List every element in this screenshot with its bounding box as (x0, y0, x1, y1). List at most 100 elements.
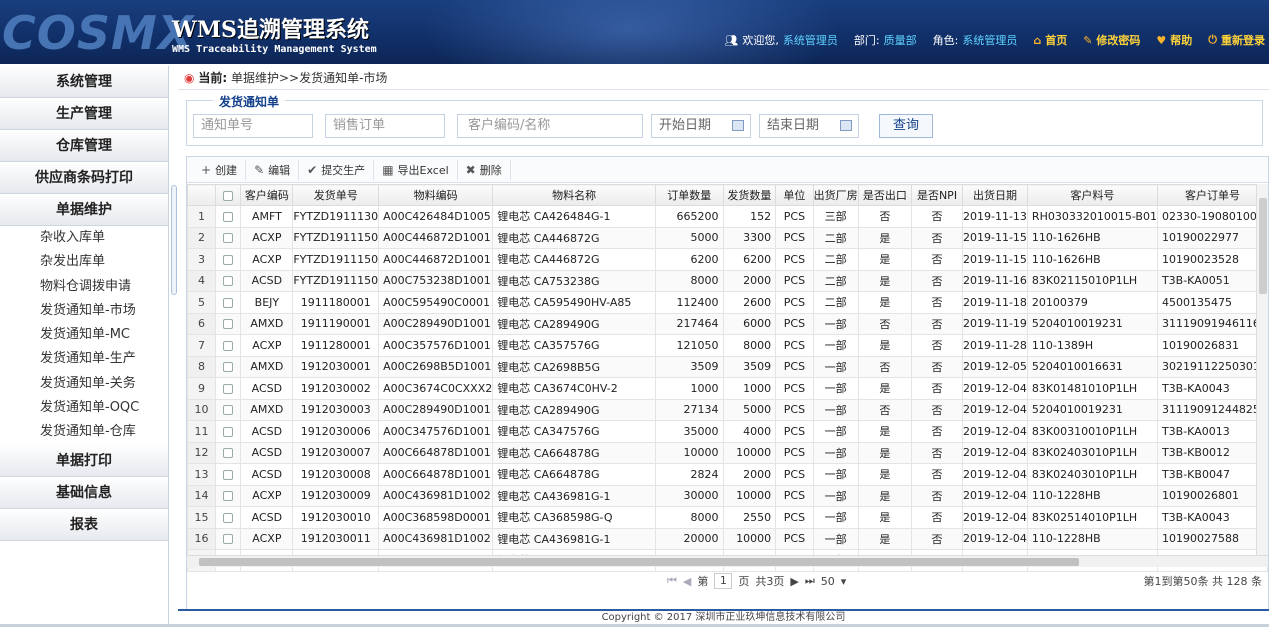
row-checkbox-cell[interactable] (214, 248, 242, 271)
table-row[interactable]: 1 AMFT FYTZD1911130 A00C426484D1005 锂电芯 CA42… (187, 205, 1268, 228)
row-checkbox-cell[interactable] (214, 205, 242, 228)
table-row[interactable]: 2 ACXP FYTZD1911150 A00C446872D1001 锂电芯 CA44… (187, 226, 1268, 249)
row-checkbox[interactable] (223, 426, 234, 437)
table-row[interactable]: 15 ACSD 1912030010 A00C368598D0001 锂电芯 CA368… (187, 506, 1268, 529)
row-checkbox[interactable] (223, 319, 234, 330)
calendar-icon[interactable] (732, 120, 744, 131)
submit-production-button[interactable]: ✔ 提交生产 (299, 159, 375, 180)
end-date-input[interactable]: 结束日期 (759, 114, 859, 138)
row-checkbox[interactable] (223, 340, 234, 351)
column-header[interactable]: 是否出口 (857, 184, 913, 206)
row-checkbox[interactable] (223, 469, 234, 480)
horizontal-scrollbar[interactable] (187, 555, 1268, 567)
column-header[interactable]: 物料编码 (378, 184, 494, 206)
column-header[interactable]: 物料名称 (492, 184, 656, 206)
sidebar-item-notice-warehouse[interactable]: 发货通知单-仓库 (0, 420, 168, 444)
row-checkbox[interactable] (223, 448, 234, 459)
sidebar-item-notice-mc[interactable]: 发货通知单-MC (0, 323, 168, 347)
help-link[interactable]: 帮助 (1170, 32, 1192, 48)
prev-page-icon[interactable]: ◀ (683, 575, 691, 588)
row-checkbox-cell[interactable] (214, 441, 242, 464)
row-checkbox[interactable] (223, 512, 234, 523)
change-password-link[interactable]: 修改密码 (1096, 32, 1140, 48)
row-checkbox-cell[interactable] (214, 527, 242, 550)
row-checkbox-cell[interactable] (214, 312, 242, 335)
table-row[interactable]: 16 ACXP 1912030011 A00C436981D1002 锂电芯 CA436… (187, 527, 1268, 550)
sidebar-item-notice-oqc[interactable]: 发货通知单-OQC (0, 396, 168, 420)
nav-group-warehouse[interactable]: 仓库管理 (0, 130, 168, 162)
edit-button[interactable]: ✎ 编辑 (246, 159, 300, 180)
column-header[interactable]: 客户编码 (240, 184, 294, 206)
row-checkbox-cell[interactable] (214, 291, 242, 314)
customer-input[interactable]: 客户编码/名称 (457, 114, 643, 138)
row-checkbox[interactable] (223, 297, 234, 308)
nav-group-reports[interactable]: 报表 (0, 508, 168, 541)
home-link[interactable]: 首页 (1045, 32, 1067, 48)
nav-group-production[interactable]: 生产管理 (0, 98, 168, 130)
table-row[interactable]: 6 AMXD 1911190001 A00C289490D1001 锂电芯 CA2894… (187, 312, 1268, 335)
sidebar-item-misc-receipt[interactable]: 杂收入库单 (0, 226, 168, 250)
export-excel-button[interactable]: ▦ 导出Excel (374, 159, 458, 180)
row-checkbox-cell[interactable] (214, 226, 242, 249)
table-row[interactable]: 13 ACSD 1912030008 A00C664878D1001 锂电芯 CA664… (187, 463, 1268, 486)
row-checkbox-cell[interactable] (214, 420, 242, 443)
table-row[interactable]: 4 ACSD FYTZD1911150 A00C753238D1001 锂电芯 CA75… (187, 269, 1268, 292)
column-header[interactable]: 客户料号 (1026, 184, 1158, 206)
row-checkbox-cell[interactable] (214, 355, 242, 378)
column-header[interactable]: 客户订单号 (1156, 184, 1268, 206)
nav-group-system[interactable]: 系统管理 (0, 66, 168, 98)
sidebar-item-notice-production[interactable]: 发货通知单-生产 (0, 347, 168, 371)
sidebar-item-misc-issue[interactable]: 杂发出库单 (0, 250, 168, 274)
sidebar-splitter[interactable] (171, 185, 177, 295)
table-row[interactable]: 9 ACSD 1912030002 A00C3674C0CXXX2 锂电芯 CA3674… (187, 377, 1268, 400)
column-header[interactable]: 发货单号 (292, 184, 380, 206)
row-checkbox[interactable] (223, 405, 234, 416)
sidebar-item-transfer-request[interactable]: 物料仓调拨申请 (0, 275, 168, 299)
notice-no-input[interactable]: 通知单号 (193, 114, 313, 138)
row-checkbox-cell[interactable] (214, 463, 242, 486)
first-page-icon[interactable]: ⏮ (667, 574, 677, 588)
scroll-thumb[interactable] (199, 558, 1079, 566)
relogin-link[interactable]: 重新登录 (1221, 32, 1265, 48)
column-header[interactable]: 订单数量 (654, 184, 724, 206)
row-checkbox[interactable] (223, 534, 234, 545)
table-row[interactable]: 14 ACXP 1912030009 A00C436981D1002 锂电芯 CA436… (187, 484, 1268, 507)
next-page-icon[interactable]: ▶ (790, 575, 798, 588)
nav-group-basic-info[interactable]: 基础信息 (0, 476, 168, 509)
chevron-down-icon[interactable]: ▾ (841, 575, 847, 588)
scroll-thumb[interactable] (1259, 198, 1267, 294)
calendar-icon[interactable] (840, 120, 852, 131)
table-row[interactable]: 8 AMXD 1912030001 A00C2698B5D1001 锂电芯 CA2698… (187, 355, 1268, 378)
search-button[interactable]: 查询 (879, 114, 933, 138)
table-row[interactable]: 3 ACXP FYTZD1911150 A00C446872D1001 锂电芯 CA44… (187, 248, 1268, 271)
row-checkbox-cell[interactable] (214, 334, 242, 357)
row-checkbox[interactable] (223, 383, 234, 394)
row-checkbox[interactable] (223, 211, 234, 222)
column-header[interactable]: 发货数量 (722, 184, 777, 206)
row-number-header[interactable] (187, 184, 216, 206)
delete-button[interactable]: ✖ 删除 (458, 159, 511, 180)
sidebar-item-notice-market[interactable]: 发货通知单-市场 (0, 299, 168, 323)
row-checkbox-cell[interactable] (214, 484, 242, 507)
nav-group-supplier-barcode[interactable]: 供应商条码打印 (0, 162, 168, 194)
table-row[interactable]: 11 ACSD 1912030006 A00C347576D1001 锂电芯 CA347… (187, 420, 1268, 443)
page-size-select[interactable]: 50 (821, 575, 835, 588)
select-all-checkbox[interactable] (223, 190, 234, 201)
page-input[interactable]: 1 (714, 573, 733, 589)
nav-group-documents[interactable]: 单据维护 (0, 194, 168, 226)
table-row[interactable]: 12 ACSD 1912030007 A00C664878D1001 锂电芯 CA664… (187, 441, 1268, 464)
vertical-scrollbar[interactable] (1256, 184, 1268, 556)
select-all-header[interactable] (214, 184, 242, 206)
row-checkbox-cell[interactable] (214, 377, 242, 400)
column-header[interactable]: 出货日期 (961, 184, 1028, 206)
table-row[interactable]: 7 ACXP 1911280001 A00C357576D1001 锂电芯 CA3575… (187, 334, 1268, 357)
table-row[interactable]: 10 AMXD 1912030003 A00C289490D1001 锂电芯 CA289… (187, 398, 1268, 421)
column-header[interactable]: 是否NPI (911, 184, 963, 206)
column-header[interactable]: 单位 (775, 184, 814, 206)
row-checkbox[interactable] (223, 276, 234, 287)
row-checkbox-cell[interactable] (214, 506, 242, 529)
row-checkbox-cell[interactable] (214, 398, 242, 421)
row-checkbox[interactable] (223, 254, 234, 265)
sales-order-input[interactable]: 销售订单 (325, 114, 445, 138)
last-page-icon[interactable]: ⏭ (805, 574, 815, 588)
